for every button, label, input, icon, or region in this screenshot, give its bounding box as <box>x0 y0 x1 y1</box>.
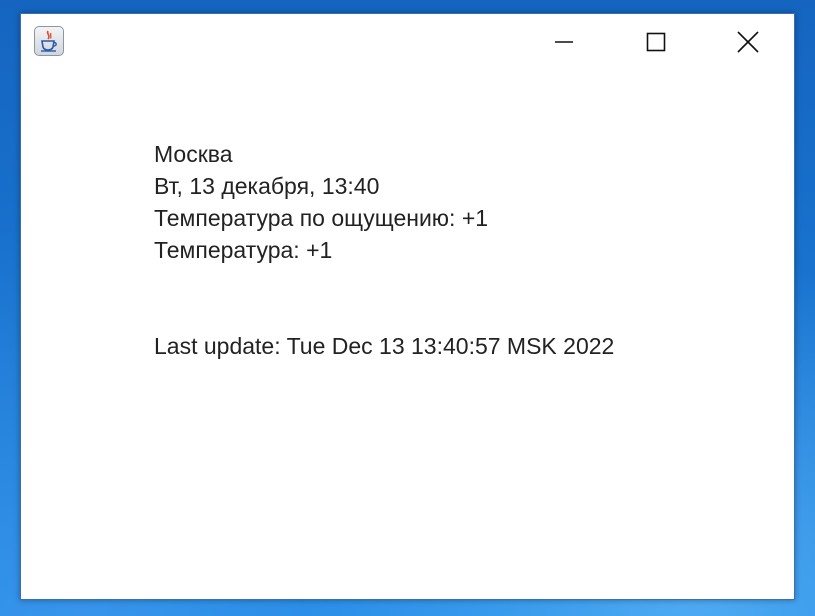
app-window: Москва Вт, 13 декабря, 13:40 Температура… <box>20 13 795 600</box>
close-icon <box>737 30 759 53</box>
last-update-label: Last update: Tue Dec 13 13:40:57 MSK 202… <box>154 333 615 359</box>
temperature-label: Температура: +1 <box>154 237 333 263</box>
java-coffee-cup-icon[interactable] <box>34 26 64 56</box>
title-bar[interactable] <box>21 14 794 69</box>
minimize-icon <box>555 40 573 43</box>
weather-panel: Москва Вт, 13 декабря, 13:40 Температура… <box>154 138 614 362</box>
minimize-button[interactable] <box>541 14 587 69</box>
close-button[interactable] <box>725 14 771 69</box>
maximize-icon <box>646 32 666 51</box>
feels-like-label: Температура по ощущению: +1 <box>154 205 489 231</box>
city-label: Москва <box>154 141 233 167</box>
maximize-button[interactable] <box>633 14 679 69</box>
datetime-label: Вт, 13 декабря, 13:40 <box>154 173 380 199</box>
